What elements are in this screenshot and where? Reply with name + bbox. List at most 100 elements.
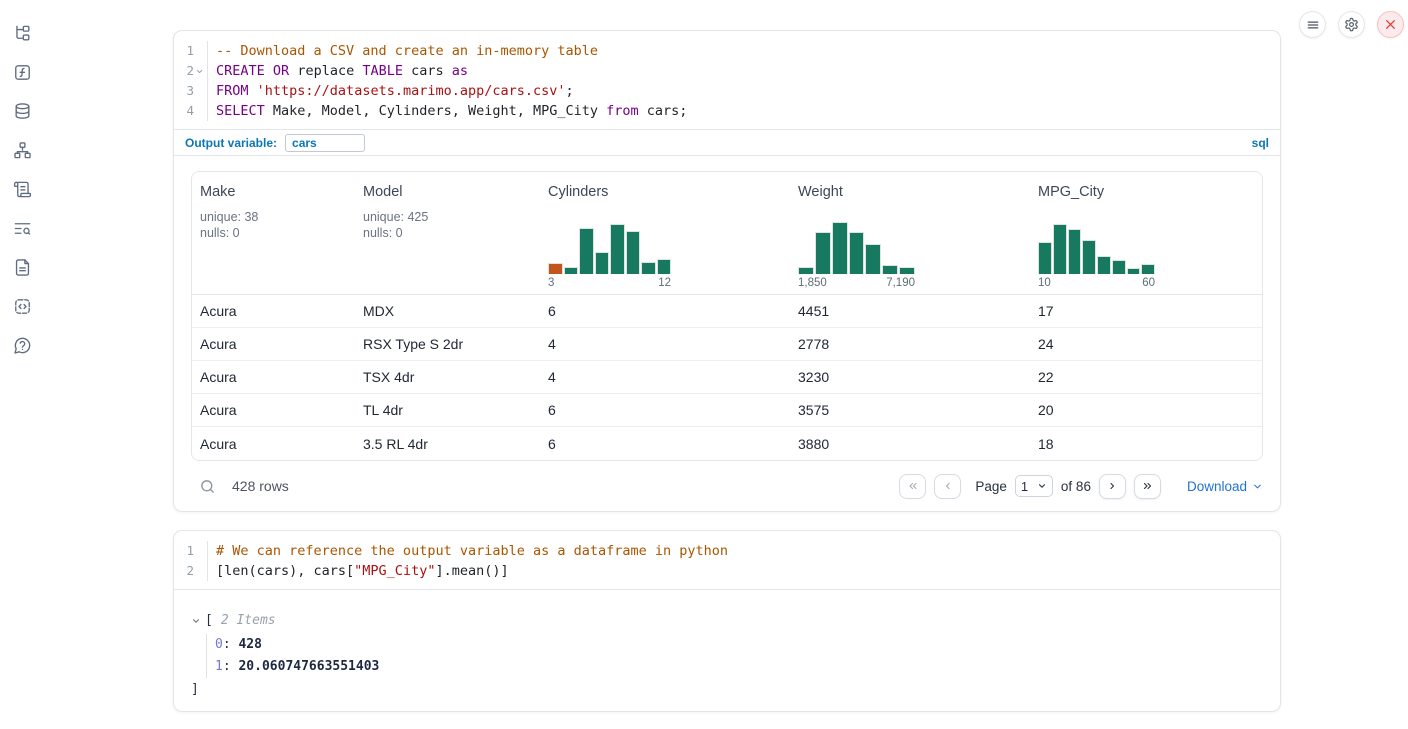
output-variable-row: Output variable: sql bbox=[174, 129, 1280, 156]
line-number-gutter: 1 bbox=[174, 41, 208, 61]
settings-button[interactable] bbox=[1338, 11, 1365, 38]
code-token: ; bbox=[566, 83, 574, 99]
histogram-mpg_city[interactable]: 1060 bbox=[1038, 222, 1155, 289]
code-token: as bbox=[452, 63, 468, 79]
histogram-axis: 1,8507,190 bbox=[798, 274, 915, 289]
sidebar-button-scratchpad[interactable] bbox=[11, 178, 33, 200]
item-index: 0 bbox=[215, 637, 223, 652]
chevron-down-icon bbox=[1252, 481, 1263, 492]
fold-slot bbox=[195, 547, 204, 556]
first-page-button[interactable] bbox=[899, 474, 926, 499]
histogram-bar bbox=[1141, 264, 1155, 274]
code-line: 3FROM 'https://datasets.marimo.app/cars.… bbox=[174, 81, 1280, 101]
page-select[interactable]: 1 bbox=[1015, 475, 1053, 497]
python-code-editor[interactable]: 1 # We can reference the output variable … bbox=[174, 531, 1280, 589]
histogram-bar bbox=[610, 224, 625, 274]
column-header-make[interactable]: Makeunique: 38nulls: 0 bbox=[192, 172, 355, 294]
code-token: cars; bbox=[639, 103, 688, 119]
line-number-gutter: 2 bbox=[174, 61, 208, 81]
table-cell: 6 bbox=[540, 427, 790, 460]
column-header-model[interactable]: Modelunique: 425nulls: 0 bbox=[355, 172, 540, 294]
page-label: Page bbox=[975, 479, 1007, 494]
prev-page-button[interactable] bbox=[934, 474, 961, 499]
sidebar-button-help[interactable] bbox=[11, 334, 33, 356]
histogram-bars bbox=[1038, 222, 1155, 274]
menu-button[interactable] bbox=[1299, 11, 1326, 38]
sidebar-button-data-sources[interactable] bbox=[11, 100, 33, 122]
chevron-down-icon bbox=[1037, 481, 1047, 491]
collapse-icon[interactable] bbox=[191, 616, 201, 626]
histogram-bar bbox=[798, 267, 814, 274]
histogram-weight[interactable]: 1,8507,190 bbox=[798, 222, 915, 289]
fold-slot bbox=[195, 107, 204, 116]
column-stat: unique: 38 bbox=[200, 209, 349, 225]
histogram-bar bbox=[1127, 268, 1141, 274]
column-header-weight[interactable]: Weight1,8507,190 bbox=[790, 172, 1030, 294]
notebook-actions bbox=[1299, 11, 1404, 38]
spacer bbox=[1038, 200, 1256, 222]
code-text: # We can reference the output variable a… bbox=[208, 541, 728, 561]
histogram-bar bbox=[882, 265, 898, 274]
code-text: SELECT Make, Model, Cylinders, Weight, M… bbox=[208, 101, 687, 121]
line-number-gutter: 2 bbox=[174, 561, 208, 581]
table-cell: 4 bbox=[540, 328, 790, 360]
fold-slot bbox=[195, 87, 204, 96]
histogram-bar bbox=[1038, 242, 1052, 274]
fold-icon[interactable] bbox=[195, 67, 204, 76]
histogram-bar bbox=[1082, 240, 1096, 274]
code-token bbox=[265, 63, 273, 79]
column-name: MPG_City bbox=[1038, 184, 1256, 200]
table-cell: Acura bbox=[192, 394, 355, 426]
shutdown-button[interactable] bbox=[1377, 11, 1404, 38]
download-button[interactable]: Download bbox=[1187, 479, 1263, 494]
file-text-icon bbox=[13, 258, 32, 277]
column-stat: nulls: 0 bbox=[363, 225, 534, 241]
histogram-cylinders[interactable]: 312 bbox=[548, 222, 671, 289]
last-page-button[interactable] bbox=[1134, 474, 1161, 499]
code-line: 1-- Download a CSV and create an in-memo… bbox=[174, 41, 1280, 61]
colon: : bbox=[223, 659, 239, 674]
pagination: Page 1 of 86 bbox=[899, 474, 1161, 499]
histogram-bar bbox=[1053, 224, 1067, 274]
code-token: replace bbox=[289, 63, 362, 79]
column-header-cylinders[interactable]: Cylinders312 bbox=[540, 172, 790, 294]
line-number: 4 bbox=[186, 101, 194, 121]
table-cell: RSX Type S 2dr bbox=[355, 328, 540, 360]
sidebar-button-dependencies[interactable] bbox=[11, 139, 33, 161]
line-number: 1 bbox=[186, 41, 194, 61]
line-number: 1 bbox=[186, 541, 194, 561]
sql-cell: 1-- Download a CSV and create an in-memo… bbox=[173, 30, 1281, 512]
sidebar-button-snippets[interactable] bbox=[11, 295, 33, 317]
histogram-bar bbox=[579, 228, 594, 274]
chevron-right-icon bbox=[1106, 480, 1118, 492]
table-cell: 3.5 RL 4dr bbox=[355, 427, 540, 460]
line-number: 2 bbox=[186, 61, 194, 81]
table-cell: 3880 bbox=[790, 427, 1030, 460]
histogram-bar bbox=[865, 244, 881, 274]
sidebar-button-files[interactable] bbox=[11, 22, 33, 44]
axis-min-label: 10 bbox=[1038, 277, 1051, 289]
sql-code-editor[interactable]: 1-- Download a CSV and create an in-memo… bbox=[174, 31, 1280, 129]
sidebar-button-documentation[interactable] bbox=[11, 256, 33, 278]
item-value: 20.060747663551403 bbox=[238, 659, 379, 674]
code-token bbox=[249, 83, 257, 99]
sidebar-button-logs[interactable] bbox=[11, 217, 33, 239]
column-header-mpg_city[interactable]: MPG_City 1060 bbox=[1030, 172, 1262, 294]
search-button[interactable] bbox=[191, 478, 216, 495]
table-cell: 20 bbox=[1030, 394, 1262, 426]
scroll-text-icon bbox=[13, 180, 32, 199]
data-table: Makeunique: 38nulls: 0Modelunique: 425nu… bbox=[191, 171, 1263, 461]
axis-max-label: 12 bbox=[658, 277, 671, 289]
next-page-button[interactable] bbox=[1099, 474, 1126, 499]
page-total: of 86 bbox=[1061, 479, 1091, 494]
code-text: CREATE OR replace TABLE cars as bbox=[208, 61, 468, 81]
close-bracket: ] bbox=[191, 680, 1263, 700]
sidebar-button-variables[interactable] bbox=[11, 61, 33, 83]
column-stats: unique: 425nulls: 0 bbox=[363, 209, 534, 241]
code-token: # We can reference the output variable a… bbox=[216, 543, 728, 559]
table-row: AcuraTL 4dr6357520 bbox=[192, 394, 1262, 427]
output-variable-input[interactable] bbox=[285, 134, 365, 152]
menu-icon bbox=[1306, 18, 1320, 32]
close-icon bbox=[1384, 18, 1397, 31]
table-cell: Acura bbox=[192, 328, 355, 360]
